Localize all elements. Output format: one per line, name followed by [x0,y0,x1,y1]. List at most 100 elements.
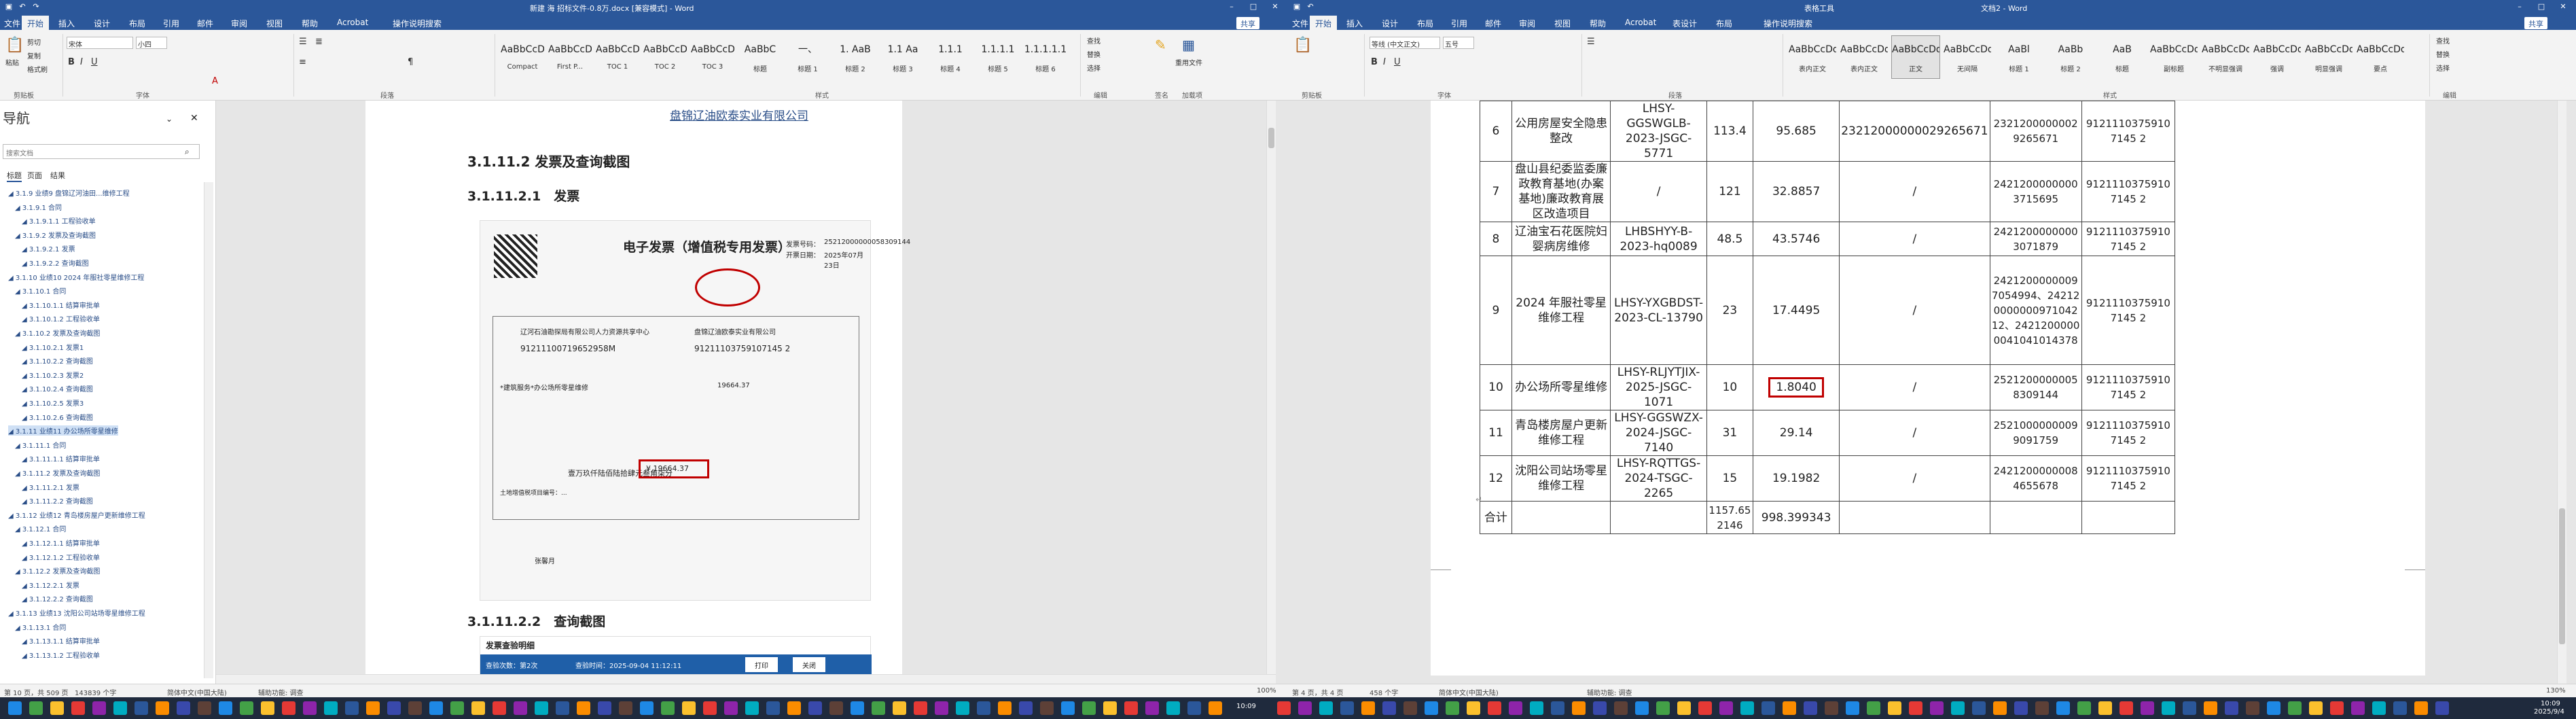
table-cell[interactable]: 91211103759107145 2 [2081,364,2176,410]
taskbar-app-icon[interactable] [829,701,843,715]
style-0[interactable]: AaBbCcDd 表内正文 [1788,35,1837,79]
nav-heading-item[interactable]: ◢ 3.1.11.1 合同 [15,440,66,450]
table-cell[interactable]: / [1839,455,1990,502]
paste-icon[interactable]: 📋 [5,37,24,54]
nav-heading-item[interactable]: ◢ 3.1.9 业绩9 盘锦辽河油田...维修工程 [8,188,130,198]
nav-heading-item[interactable]: ◢ 3.1.12.2.2 查询截图 [22,593,93,603]
taskbar-app-icon[interactable] [577,701,590,715]
table-cell[interactable]: 公用房屋安全隐患整改 [1511,101,1611,162]
table-cell[interactable]: 32.8857 [1753,161,1840,222]
taskbar-app-icon[interactable] [1382,701,1396,715]
print-button[interactable]: 打印 [745,657,778,672]
nav-heading-item[interactable]: ◢ 3.1.9.1.1 工程验收单 [22,215,96,226]
table-cell[interactable]: 办公场所零星维修 [1511,364,1611,410]
close-query-button[interactable]: 关闭 [793,657,825,672]
nav-heading-item[interactable]: ◢ 3.1.12.1.2 工程验收单 [22,552,100,562]
table-cell[interactable]: 91211103759107145 2 [2081,101,2176,162]
accessibility[interactable]: 辅助功能: 调查 [1587,687,1632,697]
taskbar-app-icon[interactable] [935,701,948,715]
style-5[interactable]: AaBb 标题 2 [2046,35,2095,79]
tab-acrobat[interactable]: Acrobat [1625,18,1656,27]
taskbar-app-icon[interactable] [219,701,232,715]
nav-heading-item[interactable]: ◢ 3.1.12.2.1 发票 [22,580,79,590]
taskbar-app-icon[interactable] [703,701,717,715]
font-size-select[interactable]: 小四 [136,37,167,49]
tab-file[interactable]: 文件 [1292,18,1308,29]
taskbar-app-icon[interactable] [1530,701,1543,715]
table-cell[interactable]: 23212000000029265671 [1989,101,2082,162]
table-cell[interactable]: LHSY-GGSWZX-2024-JSGC-7140 [1610,410,1707,456]
table-cell[interactable]: 8 [1480,222,1512,256]
nav-heading-item[interactable]: ◢ 3.1.11.2 发票及查询截图 [15,468,100,478]
table-cell[interactable]: LHSY-GGSWGLB-2023-JSGC-5771 [1610,101,1707,162]
paste-icon[interactable]: 📋 [1293,37,1312,54]
taskbar-app-icon[interactable] [113,701,127,715]
style-3[interactable]: AaBbCcDd 无间隔 [1943,35,1992,79]
taskbar-app-icon[interactable] [1846,701,1859,715]
nav-heading-item[interactable]: ◢ 3.1.10.2.2 查询截图 [22,355,93,366]
style-7[interactable]: 1. AaB 标题 2 [833,35,878,79]
taskbar-app-icon[interactable] [345,701,359,715]
close-icon[interactable]: ✕ [2558,2,2568,12]
table-cell[interactable]: 10 [1706,364,1754,410]
taskbar-app-icon[interactable] [535,701,548,715]
taskbar-app-icon[interactable] [724,701,738,715]
font-name-select[interactable]: 宋体 [67,37,133,49]
taskbar-app-icon[interactable] [1467,701,1480,715]
table-cell[interactable]: 91211103759107145 2 [2081,222,2176,256]
taskbar-app-icon[interactable] [682,701,696,715]
taskbar-app-icon[interactable] [387,701,401,715]
language[interactable]: 简体中文(中国大陆) [167,687,227,697]
table-cell[interactable]: 15 [1706,455,1754,502]
taskbar-app-icon[interactable] [745,701,759,715]
taskbar-app-icon[interactable] [661,701,675,715]
bold-icon[interactable]: B [68,57,75,67]
accessibility[interactable]: 辅助功能: 调查 [258,687,304,697]
taskbar-app-icon[interactable] [1145,701,1159,715]
tab-file[interactable]: 文件 [4,18,20,29]
taskbar-app-icon[interactable] [1166,701,1180,715]
word-count[interactable]: 458 个字 [1370,687,1398,697]
taskbar-app-icon[interactable] [366,701,380,715]
table-cell[interactable]: LHSY-RLJYTJIX-2025-JSGC-1071 [1610,364,1707,410]
tell-me-search[interactable]: 操作说明搜索 [1764,18,1812,29]
taskbar-app-icon[interactable] [429,701,443,715]
taskbar-app-icon[interactable] [2035,701,2049,715]
taskbar-app-icon[interactable] [198,701,211,715]
style-4[interactable]: AaBl 标题 1 [1994,35,2043,79]
nav-heading-item[interactable]: ◢ 3.1.9.2 发票及查询截图 [15,230,96,240]
table-cell[interactable]: 辽油宝石花医院妇婴病房维修 [1511,222,1611,256]
reuse-files-button[interactable]: 重用文件 [1175,57,1202,67]
table-cell[interactable]: 7 [1480,161,1512,222]
table-cell[interactable]: 91211103759107145 2 [2081,256,2176,365]
taskbar-app-icon[interactable] [1361,701,1375,715]
tab-references[interactable]: 引用 [1451,18,1467,29]
taskbar-app-icon[interactable] [1082,701,1096,715]
table-cell[interactable]: / [1839,222,1990,256]
tab-view[interactable]: 视图 [1554,18,1571,29]
table-cell[interactable]: 121 [1706,161,1754,222]
table-cell[interactable]: 43.5746 [1753,222,1840,256]
tab-mailings[interactable]: 邮件 [197,18,213,29]
word-count[interactable]: 143839 个字 [75,687,116,697]
taskbar-app-icon[interactable] [1040,701,1054,715]
taskbar-app-icon[interactable] [1719,701,1733,715]
table-cell[interactable]: 合计 [1480,501,1512,534]
table-cell[interactable]: LHBSHYY-B-2023-hq0089 [1610,222,1707,256]
taskbar-app-icon[interactable] [1825,701,1838,715]
style-10[interactable]: AaBbCcDd 明显强调 [2304,35,2353,79]
cut-button[interactable]: 剪切 [27,37,41,47]
nav-heading-item[interactable]: ◢ 3.1.13 业绩13 沈阳公司站场零星维修工程 [8,608,145,618]
style-11[interactable]: 1.1.1.1.1 标题 6 [1023,35,1068,79]
italic-icon[interactable]: I [1383,57,1386,67]
taskbar-app-icon[interactable] [1614,701,1628,715]
taskbar-app-icon[interactable] [1061,701,1075,715]
nav-heading-item[interactable]: ◢ 3.1.9.1 合同 [15,202,62,212]
style-4[interactable]: AaBbCcDd TOC 3 [690,35,735,79]
taskbar-app-icon[interactable] [1551,701,1564,715]
taskbar-app-icon[interactable] [1446,701,1459,715]
table-cell[interactable]: 24212000000003715695 [1989,161,2082,222]
nav-search-input[interactable]: 搜索文档 [3,144,200,159]
taskbar-app-icon[interactable] [766,701,780,715]
tab-help[interactable]: 帮助 [302,18,318,29]
